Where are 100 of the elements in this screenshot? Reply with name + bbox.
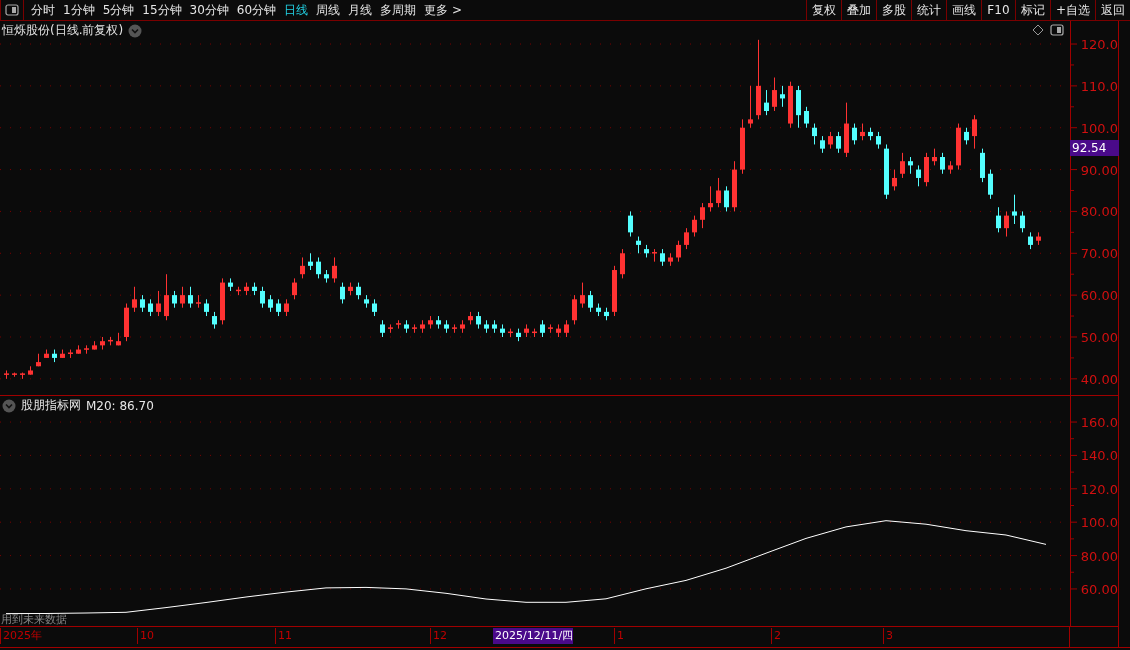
date-label: 2	[771, 628, 781, 644]
candlestick	[788, 81, 793, 129]
candlestick	[116, 332, 121, 346]
candlestick	[892, 169, 897, 191]
candlestick	[668, 252, 673, 267]
candlestick	[276, 298, 281, 317]
candlestick	[1028, 231, 1033, 250]
period-tab[interactable]: 周线	[313, 0, 346, 20]
candlestick	[972, 114, 977, 150]
candlestick	[236, 286, 241, 296]
candlestick	[724, 185, 729, 212]
dropdown-icon[interactable]	[128, 23, 143, 38]
period-tab[interactable]: 月线	[345, 0, 378, 20]
period-tab[interactable]: 1分钟	[60, 0, 100, 20]
date-label: 3	[883, 628, 893, 644]
candlestick	[172, 290, 177, 309]
axis-label: 80.00	[1080, 548, 1118, 564]
candlestick	[1036, 231, 1041, 246]
panel-toggle-button[interactable]	[0, 0, 24, 20]
candlestick	[372, 298, 377, 317]
candlestick	[900, 152, 905, 179]
period-tab[interactable]: 分时	[28, 0, 60, 20]
candlestick	[452, 323, 457, 334]
candlestick	[692, 215, 697, 238]
date-label: 1	[614, 628, 624, 644]
candlestick	[524, 323, 529, 338]
candlestick	[356, 282, 361, 300]
axis-label: 120.0	[1080, 37, 1118, 52]
period-tab[interactable]: 30分钟	[186, 0, 234, 20]
candlestick	[44, 349, 49, 359]
candlestick	[308, 252, 313, 271]
candlestick	[292, 277, 297, 300]
candlestick	[460, 319, 465, 334]
period-tab[interactable]: 60分钟	[233, 0, 282, 20]
candlestick	[468, 311, 473, 325]
candlestick	[476, 311, 481, 330]
axis-label: 60.00	[1080, 288, 1118, 304]
candlestick	[924, 152, 929, 187]
candlestick	[60, 349, 65, 359]
candlestick	[956, 123, 961, 171]
panel-icon[interactable]	[1050, 24, 1064, 36]
candlestick	[188, 286, 193, 309]
candlestick	[652, 248, 657, 263]
axis-label: 100.0	[1080, 515, 1118, 531]
axis-label: 110.0	[1080, 78, 1118, 94]
period-tab[interactable]: 更多 >	[421, 0, 467, 20]
candlestick	[780, 85, 785, 108]
candlestick	[876, 131, 881, 150]
candlestick	[164, 273, 169, 321]
candlestick	[580, 282, 585, 309]
axis-label: 80.00	[1080, 204, 1118, 220]
candlestick	[388, 323, 393, 334]
candlestick	[212, 311, 217, 330]
candlestick	[228, 277, 233, 292]
candlestick	[532, 328, 537, 338]
candlestick	[324, 269, 329, 284]
axis-label: 120.0	[1080, 481, 1118, 497]
candlestick	[836, 131, 841, 154]
candlestick	[916, 164, 921, 187]
candlestick	[948, 160, 953, 175]
candlestick	[284, 298, 289, 317]
candlestick	[812, 123, 817, 145]
candlestick	[404, 319, 409, 334]
candlestick	[156, 290, 161, 317]
candlestick	[964, 127, 969, 145]
axis-label: 160.0	[1080, 415, 1118, 431]
cursor-date: 2025/12/11/四	[493, 628, 574, 644]
candlestick	[68, 349, 73, 359]
candlestick	[484, 319, 489, 334]
candlestick	[596, 303, 601, 317]
candlestick	[676, 240, 681, 263]
period-tab[interactable]: 5分钟	[99, 0, 140, 20]
candlestick	[28, 365, 33, 376]
candlestick	[140, 294, 145, 313]
period-tab[interactable]: 15分钟	[139, 0, 187, 20]
candlestick	[868, 127, 873, 141]
candlestick	[604, 307, 609, 321]
chart-title: 恒烁股份(日线.前复权)	[2, 22, 124, 39]
candlestick	[124, 303, 129, 342]
dropdown-icon[interactable]	[2, 398, 16, 413]
period-tab[interactable]: 日线	[281, 0, 314, 20]
candlestick	[636, 236, 641, 254]
candlestick	[252, 282, 257, 296]
candlestick	[572, 294, 577, 325]
axis-label: 50.00	[1080, 330, 1118, 345]
candlestick	[132, 286, 137, 313]
candlestick	[36, 353, 41, 367]
candlestick	[52, 349, 57, 363]
warning-note: 用到未来数据	[1, 612, 67, 627]
candlestick	[204, 298, 209, 317]
candlestick	[108, 336, 113, 346]
price-tag: 92.54	[1070, 139, 1119, 156]
date-label: 2025年	[0, 628, 42, 644]
candlestick	[196, 294, 201, 309]
candlestick	[772, 77, 777, 112]
candlestick	[340, 282, 345, 304]
period-tab[interactable]: 多周期	[377, 0, 422, 20]
diamond-icon[interactable]	[1032, 24, 1044, 36]
candlestick	[260, 286, 265, 309]
candlestick	[180, 286, 185, 309]
